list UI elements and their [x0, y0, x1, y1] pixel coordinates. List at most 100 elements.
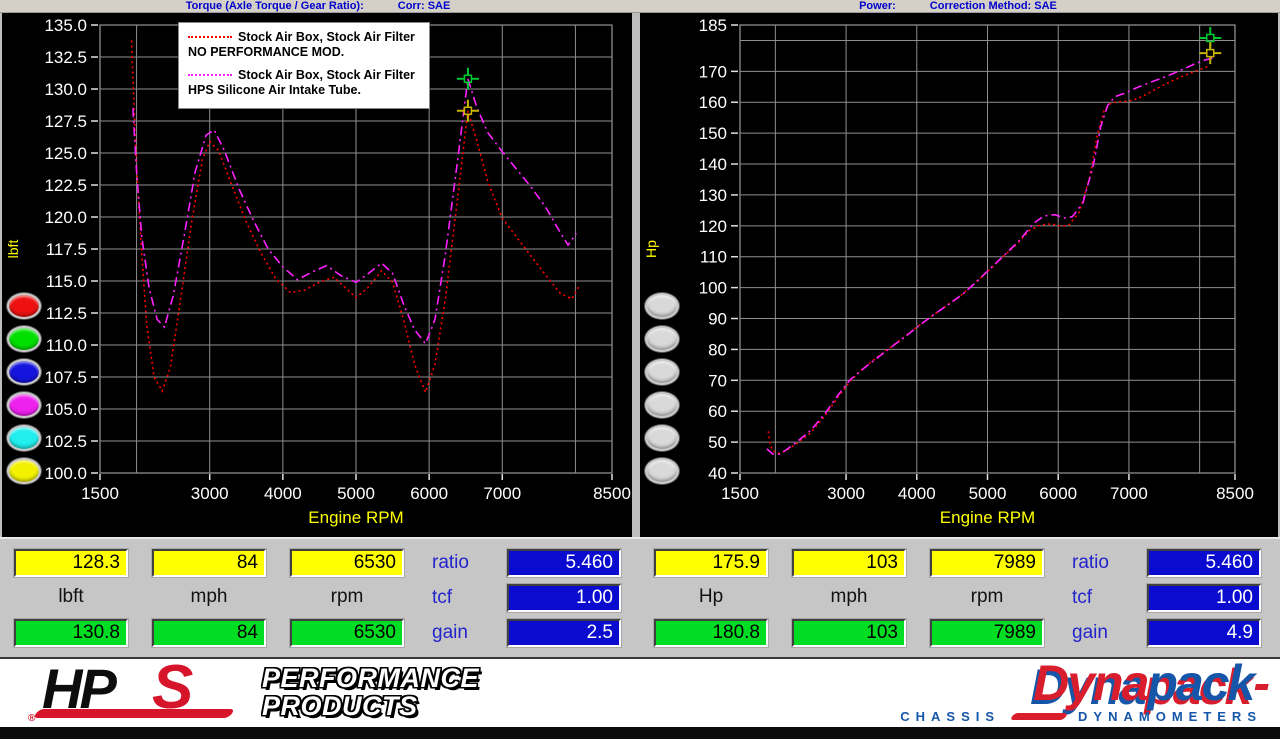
ratio-label-2: ratio — [1072, 552, 1109, 574]
x-tick-label: 8500 — [593, 484, 631, 503]
x-tick-label: 4000 — [898, 484, 936, 503]
hps-products-text: PRODUCTS — [262, 693, 479, 721]
y-axis-label: lbft — [5, 240, 21, 259]
dynapack-word-pack: pack — [1147, 655, 1253, 711]
dynapack-dash: - — [1253, 655, 1268, 711]
torque-run1-rpm: 6530 — [290, 549, 404, 577]
legend-hps-line2: HPS Silicone Air Intake Tube. — [188, 83, 420, 97]
y-tick-label: 115.0 — [46, 272, 87, 291]
series-curve-1 — [133, 79, 576, 344]
channel-button-blue[interactable] — [7, 359, 41, 385]
power-chart-panel[interactable]: 1851701601501401301201101009080706050401… — [640, 13, 1278, 537]
channel-button-gray-4[interactable] — [645, 392, 679, 418]
power-gain-field[interactable]: 4.9 — [1147, 619, 1261, 647]
power-chart-svg[interactable]: 1851701601501401301201101009080706050401… — [640, 13, 1278, 537]
dynapack-wordmark: Dynapack- — [900, 659, 1268, 707]
torque-run1-value: 128.3 — [14, 549, 128, 577]
hps-letter-s: S — [152, 652, 193, 723]
bottom-border-bar — [0, 727, 1280, 739]
legend-hps-line1: Stock Air Box, Stock Air Filter — [238, 68, 415, 82]
y-tick-label: 130 — [699, 186, 727, 205]
torque-chart-panel[interactable]: 135.0132.5130.0127.5125.0122.5120.0117.5… — [2, 13, 632, 537]
y-tick-label: 150 — [699, 124, 727, 143]
y-tick-label: 120.0 — [44, 208, 87, 227]
channel-button-gray-2[interactable] — [645, 326, 679, 352]
x-tick-label: 3000 — [827, 484, 865, 503]
y-tick-label: 107.5 — [44, 368, 87, 387]
y-tick-label: 140 — [699, 155, 727, 174]
y-tick-label: 117.5 — [46, 240, 87, 259]
y-tick-label: 135.0 — [44, 16, 87, 35]
torque-tcf-field[interactable]: 1.00 — [507, 584, 621, 612]
hps-logo: ® HP S PERFORMANCE PRODUCTS — [28, 662, 479, 724]
hps-swoosh — [33, 709, 235, 718]
channel-button-magenta[interactable] — [7, 392, 41, 418]
tcf-label: tcf — [432, 587, 452, 609]
power-run1-speed: 103 — [792, 549, 906, 577]
x-tick-label: 5000 — [969, 484, 1007, 503]
torque-gain-field[interactable]: 2.5 — [507, 619, 621, 647]
power-readout-group: 175.9 103 7989 Hp mph rpm 180.8 103 7989… — [642, 539, 1278, 659]
channel-button-red[interactable] — [7, 293, 41, 319]
channel-button-gray-5[interactable] — [645, 425, 679, 451]
speed-unit-label-2: mph — [792, 586, 906, 608]
hps-series-line-sample — [188, 74, 232, 76]
dynapack-swoosh — [1010, 713, 1069, 720]
y-tick-label: 132.5 — [44, 48, 87, 67]
power-title: Power: — [859, 0, 896, 13]
y-tick-label: 122.5 — [44, 176, 87, 195]
x-tick-label: 6000 — [1039, 484, 1077, 503]
gain-label: gain — [432, 622, 468, 644]
y-tick-label: 120 — [699, 217, 727, 236]
torque-title: Torque (Axle Torque / Gear Ratio): — [186, 0, 364, 13]
y-tick-label: 102.5 — [44, 432, 87, 451]
channel-button-cyan[interactable] — [7, 425, 41, 451]
x-tick-label: 4000 — [264, 484, 302, 503]
y-tick-label: 90 — [708, 310, 727, 329]
power-unit-label: Hp — [654, 586, 768, 608]
legend-stock-line2: NO PERFORMANCE MOD. — [188, 45, 420, 59]
stock-power-peak-marker-center — [1207, 50, 1214, 57]
x-tick-label: 3000 — [191, 484, 229, 503]
power-run1-rpm: 7989 — [930, 549, 1044, 577]
channel-button-gray-3[interactable] — [645, 359, 679, 385]
torque-run2-value: 130.8 — [14, 619, 128, 647]
torque-run1-speed: 84 — [152, 549, 266, 577]
series-curve-0 — [768, 66, 1210, 454]
channel-button-yellow[interactable] — [7, 458, 41, 484]
x-axis-label: Engine RPM — [940, 508, 1035, 527]
y-tick-label: 50 — [708, 433, 727, 452]
power-ratio-field[interactable]: 5.460 — [1147, 549, 1261, 577]
channel-button-green[interactable] — [7, 326, 41, 352]
torque-readout-group: 128.3 84 6530 lbft mph rpm 130.8 84 6530… — [2, 539, 638, 659]
hps-mark: ® HP S — [28, 662, 240, 724]
x-tick-label: 6000 — [410, 484, 448, 503]
y-tick-label: 70 — [708, 371, 727, 390]
ratio-label: ratio — [432, 552, 469, 574]
rpm-unit-label: rpm — [290, 586, 404, 608]
power-run2-rpm: 7989 — [930, 619, 1044, 647]
x-tick-label: 1500 — [721, 484, 759, 503]
channel-button-gray-1[interactable] — [645, 293, 679, 319]
rpm-unit-label-2: rpm — [930, 586, 1044, 608]
y-tick-label: 160 — [699, 93, 727, 112]
x-axis-label: Engine RPM — [308, 508, 403, 527]
torque-ratio-field[interactable]: 5.460 — [507, 549, 621, 577]
dynapack-logo: Dynapack- CHASSIS DYNAMOMETERS — [900, 659, 1268, 724]
y-tick-label: 110 — [700, 248, 727, 267]
torque-correction-label: Corr: SAE — [398, 0, 451, 13]
power-run2-value: 180.8 — [654, 619, 768, 647]
tcf-label-2: tcf — [1072, 587, 1092, 609]
dynamometers-text: DYNAMOMETERS — [1078, 709, 1262, 724]
y-tick-label: 185 — [699, 16, 727, 35]
dynapack-word-dyna: Dyna — [1033, 655, 1147, 711]
x-tick-label: 7000 — [483, 484, 521, 503]
hps-wordmark: PERFORMANCE PRODUCTS — [262, 665, 479, 720]
y-tick-label: 40 — [708, 464, 727, 483]
y-tick-label: 80 — [708, 340, 727, 359]
power-tcf-field[interactable]: 1.00 — [1147, 584, 1261, 612]
channel-button-gray-6[interactable] — [645, 458, 679, 484]
x-tick-label: 8500 — [1216, 484, 1254, 503]
y-tick-label: 100.0 — [44, 464, 87, 483]
logo-bar: ® HP S PERFORMANCE PRODUCTS Dynapack- CH… — [0, 657, 1280, 727]
